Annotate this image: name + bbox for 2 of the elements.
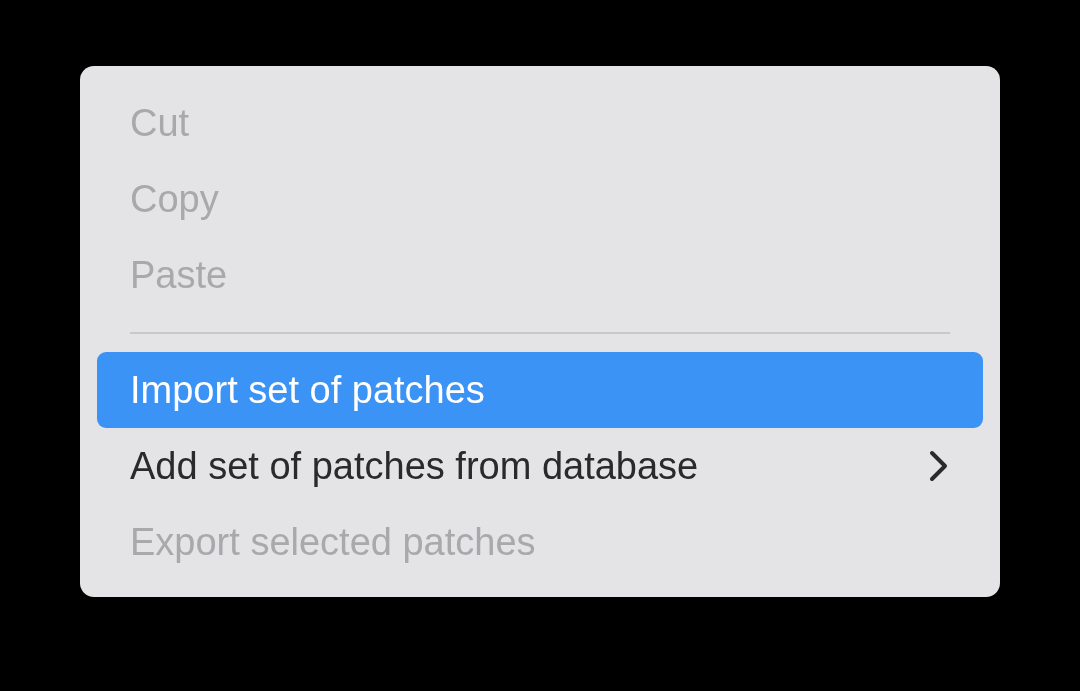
menu-item[interactable]: Import set of patches <box>97 352 983 428</box>
menu-item[interactable]: Add set of patches from database <box>97 428 983 504</box>
